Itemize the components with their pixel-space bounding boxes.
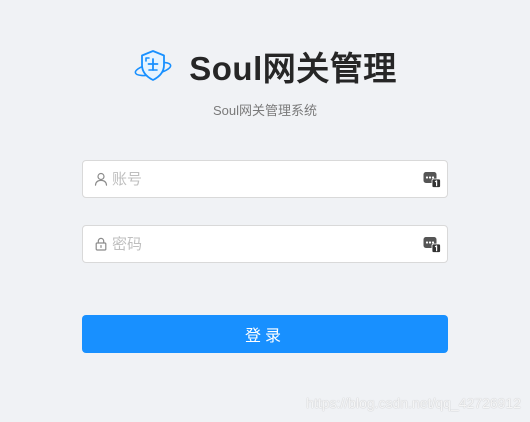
page-subtitle: Soul网关管理系统	[212, 103, 318, 118]
username-field[interactable]	[82, 160, 448, 198]
password-input[interactable]	[112, 226, 423, 262]
shield-logo-icon	[134, 50, 172, 81]
watermark: https://blog.csdn.net/qq_42726912	[306, 395, 521, 411]
page-title: Soul网关管理	[189, 50, 397, 87]
login-button[interactable]: 登录	[82, 315, 448, 353]
username-input[interactable]	[112, 161, 423, 197]
user-icon	[94, 172, 108, 186]
password-field[interactable]	[82, 225, 448, 263]
login-header: Soul网关管理	[0, 44, 530, 88]
password-manager-icon[interactable]	[423, 170, 441, 188]
lock-icon	[95, 237, 107, 251]
password-manager-icon[interactable]	[423, 235, 441, 253]
